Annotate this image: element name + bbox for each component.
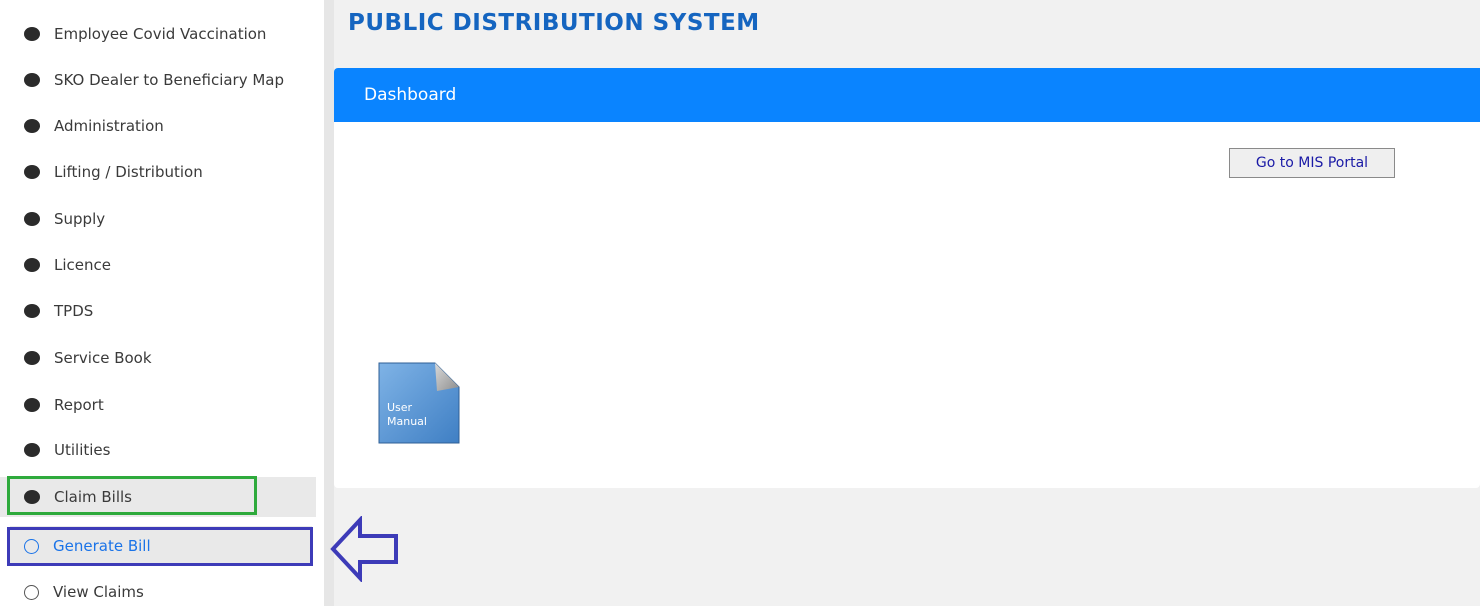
bullet-icon [24,165,40,179]
sidebar-item-label: Supply [54,210,106,228]
sidebar-item-label: Licence [54,256,111,274]
sidebar-item-label: Report [54,396,104,414]
sidebar-subitem-view-claims[interactable]: View Claims [0,572,316,606]
bullet-icon [24,27,40,41]
sidebar-item-utilities[interactable]: Utilities [0,430,316,470]
bullet-icon [24,73,40,87]
bullet-icon [24,443,40,457]
annotation-highlight-box-green [7,476,257,515]
sidebar-item-label: TPDS [54,302,94,320]
sidebar-subitem-label: View Claims [53,583,144,601]
circle-icon [24,584,39,600]
annotation-arrow-icon [330,516,398,582]
bullet-icon [24,258,40,272]
sidebar-item-tpds[interactable]: TPDS [0,291,316,331]
bullet-icon [24,351,40,365]
sidebar-item-label: Administration [54,117,164,135]
go-to-mis-portal-button[interactable]: Go to MIS Portal [1229,148,1395,178]
sidebar-item-administration[interactable]: Administration [0,106,316,146]
sidebar-item-lifting-distribution[interactable]: Lifting / Distribution [0,152,316,192]
page-title: PUBLIC DISTRIBUTION SYSTEM [348,10,760,36]
dashboard-card: Dashboard Go to MIS Portal User Manual [334,68,1480,488]
svg-text:User: User [387,401,413,414]
sidebar-item-label: Service Book [54,349,152,367]
bullet-icon [24,212,40,226]
card-header: Dashboard [334,68,1480,122]
sidebar-item-employee-covid-vaccination[interactable]: Employee Covid Vaccination [0,14,316,54]
sidebar-item-sko-dealer-mapping[interactable]: SKO Dealer to Beneficiary Map [0,60,316,100]
sidebar-item-licence[interactable]: Licence [0,245,316,285]
user-manual-icon[interactable]: User Manual [377,361,461,445]
sidebar-item-service-book[interactable]: Service Book [0,338,316,378]
sidebar-item-supply[interactable]: Supply [0,199,316,239]
svg-text:Manual: Manual [387,415,427,428]
bullet-icon [24,304,40,318]
annotation-highlight-box-blue [7,527,313,566]
sidebar: Employee Covid Vaccination SKO Dealer to… [0,0,324,606]
sidebar-item-label: Employee Covid Vaccination [54,25,267,43]
sidebar-item-label: Utilities [54,441,111,459]
bullet-icon [24,119,40,133]
card-header-title: Dashboard [364,85,457,105]
sidebar-item-report[interactable]: Report [0,385,316,425]
sidebar-item-label: Lifting / Distribution [54,163,203,181]
sidebar-item-label: SKO Dealer to Beneficiary Map [54,71,285,89]
bullet-icon [24,398,40,412]
